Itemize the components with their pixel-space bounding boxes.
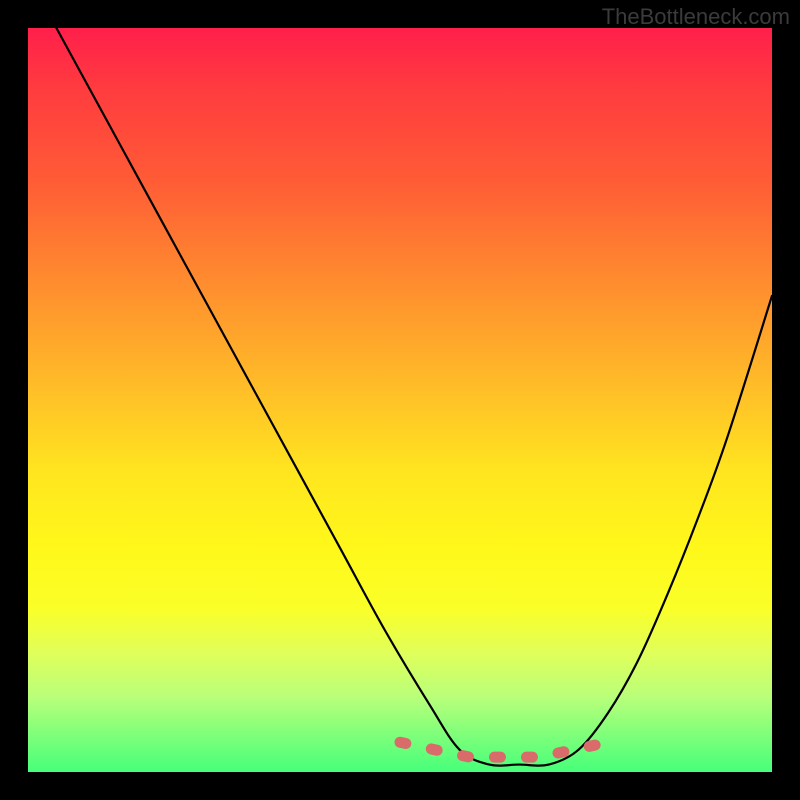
watermark-text: TheBottleneck.com [602,4,790,30]
curve-layer [28,28,772,772]
bottleneck-curve [28,0,772,766]
